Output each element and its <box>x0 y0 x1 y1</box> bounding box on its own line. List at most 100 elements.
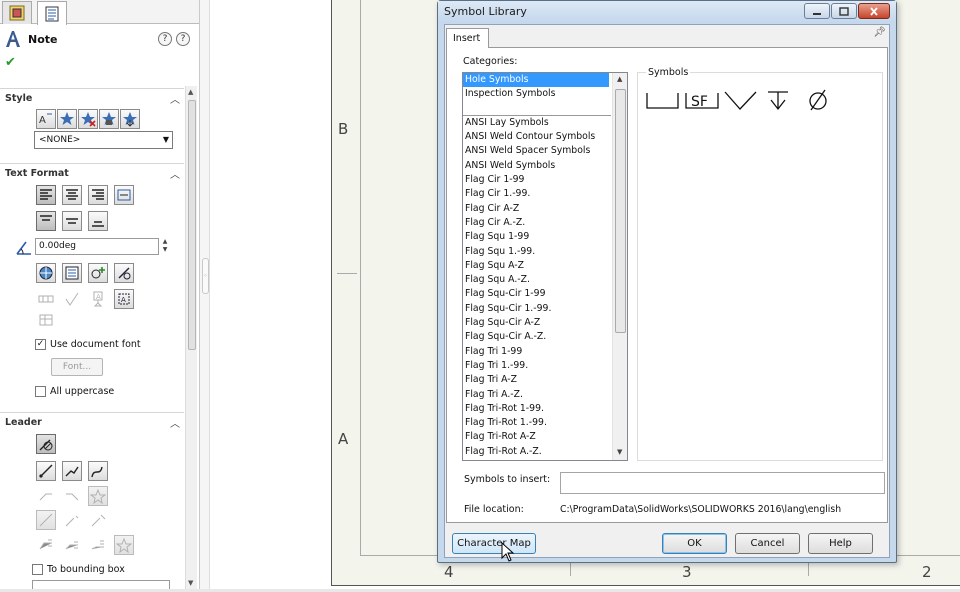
checkbox-box[interactable]: ✓ <box>35 339 46 350</box>
property-manager-tab[interactable] <box>37 1 67 25</box>
style-select[interactable]: <NONE> ▼ <box>34 131 173 149</box>
spotface-symbol-icon[interactable]: SF <box>684 89 720 111</box>
leader-left-button[interactable] <box>36 486 56 506</box>
category-item[interactable]: Hole Symbols <box>463 73 609 88</box>
category-item[interactable]: Flag Tri 1-99 <box>463 345 627 359</box>
category-item[interactable]: Flag Squ-Cir A.-Z. <box>463 330 627 344</box>
leader-underline-center-button[interactable] <box>62 535 82 555</box>
close-button[interactable] <box>858 3 890 19</box>
category-item[interactable]: ANSI Weld Spacer Symbols <box>463 144 627 158</box>
leader-attach-middle-button[interactable] <box>62 510 82 530</box>
leader-auto-button[interactable] <box>114 535 134 555</box>
category-item[interactable]: ANSI Weld Contour Symbols <box>463 130 627 144</box>
ok-button[interactable]: OK <box>662 533 727 554</box>
category-item[interactable]: Flag Squ-Cir 1.-99. <box>463 302 627 316</box>
leader-nearest-button[interactable] <box>88 486 108 506</box>
categories-scrollbar[interactable]: ▲ ▼ <box>612 73 627 460</box>
property-manager-scrollbar[interactable]: ▲ ▼ <box>185 86 197 592</box>
text-format-section-header[interactable]: Text Format ︿ <box>0 163 184 181</box>
category-item[interactable]: Inspection Symbols <box>463 87 627 101</box>
help-icon[interactable]: ? <box>176 32 190 46</box>
category-item[interactable]: Flag Cir A.-Z. <box>463 216 627 230</box>
leader-underline-right-button[interactable] <box>88 535 108 555</box>
collapse-chevron-icon[interactable]: ︿ <box>170 415 180 430</box>
spline-leader-button[interactable] <box>88 461 108 481</box>
align-center-button[interactable] <box>62 185 82 205</box>
insert-hyperlink-button[interactable] <box>36 263 56 283</box>
use-document-font-checkbox[interactable]: ✓ Use document font <box>35 339 141 350</box>
cancel-button[interactable]: Cancel <box>735 533 800 554</box>
category-item[interactable]: Flag Tri-Rot A.-Z. <box>463 445 627 459</box>
stack-note-button[interactable]: A <box>114 289 134 309</box>
valign-top-button[interactable] <box>36 211 56 231</box>
lock-unlock-symbol-button[interactable] <box>114 263 134 283</box>
save-style-button[interactable] <box>99 109 119 129</box>
scrollbar-thumb[interactable] <box>615 89 626 333</box>
tab-insert[interactable]: Insert <box>446 28 489 48</box>
pin-icon[interactable]: 📌︎ <box>873 27 886 38</box>
scroll-down-icon[interactable]: ▼ <box>188 579 193 587</box>
category-item[interactable]: Flag Tri A.-Z. <box>463 388 627 402</box>
add-symbol-button[interactable] <box>88 263 108 283</box>
collapse-chevron-icon[interactable]: ︿ <box>170 166 180 181</box>
splitter-grip-icon[interactable]: ◦ <box>202 258 209 294</box>
category-item[interactable]: Flag Tri A-Z <box>463 373 627 387</box>
scroll-down-icon[interactable]: ▼ <box>617 448 622 456</box>
category-item[interactable]: Flag Squ A-Z <box>463 259 627 273</box>
angle-stepper[interactable]: ▲ ▼ <box>160 238 170 255</box>
panel-splitter[interactable]: ◦ <box>200 0 210 592</box>
no-leader-button[interactable] <box>36 434 56 454</box>
dialog-titlebar[interactable]: Symbol Library <box>438 1 896 23</box>
category-item[interactable]: ANSI Lay Symbols <box>463 116 627 130</box>
leader-attach-bottom-button[interactable] <box>88 510 108 530</box>
category-item[interactable]: ANSI Weld Symbols <box>463 159 627 173</box>
category-item[interactable]: Flag Tri-Rot A-Z <box>463 430 627 444</box>
to-bounding-box-checkbox[interactable]: To bounding box <box>32 564 125 575</box>
style-section-header[interactable]: Style ︿ <box>0 88 184 106</box>
all-uppercase-checkbox[interactable]: All uppercase <box>35 386 114 397</box>
insert-surface-finish-button[interactable] <box>62 289 82 309</box>
leader-right-button[interactable] <box>62 486 82 506</box>
bent-leader-button[interactable] <box>62 461 82 481</box>
minimize-button[interactable] <box>804 3 830 19</box>
categories-list[interactable]: Hole Symbols Inspection Symbols ANSI Lay S… <box>462 72 628 461</box>
insert-geometric-tolerance-button[interactable] <box>36 289 56 309</box>
add-style-button[interactable] <box>57 109 77 129</box>
ok-check-icon[interactable]: ✔ <box>5 55 16 70</box>
whats-wrong-icon[interactable]: ? <box>158 32 172 46</box>
symbols-to-insert-input[interactable] <box>560 472 885 494</box>
align-right-button[interactable] <box>88 185 108 205</box>
collapse-chevron-icon[interactable]: ︿ <box>170 91 180 106</box>
checkbox-box[interactable] <box>35 386 46 397</box>
checkbox-box[interactable] <box>32 564 43 575</box>
leader-underline-left-button[interactable] <box>36 535 56 555</box>
category-item[interactable]: Flag Cir A-Z <box>463 202 627 216</box>
font-button[interactable]: Font... <box>51 358 103 376</box>
valign-middle-button[interactable] <box>62 211 82 231</box>
category-item[interactable]: Flag Tri-Rot 1-99. <box>463 402 627 416</box>
apply-default-style-button[interactable]: A <box>36 109 56 129</box>
category-item[interactable]: Flag Squ A.-Z. <box>463 273 627 287</box>
category-item[interactable]: Flag Cir 1.-99. <box>463 187 627 201</box>
counterbore-symbol-icon[interactable] <box>646 89 680 111</box>
delete-style-button[interactable] <box>78 109 98 129</box>
align-left-button[interactable] <box>36 185 56 205</box>
leader-attach-top-button[interactable] <box>36 510 56 530</box>
link-to-property-button[interactable] <box>62 263 82 283</box>
straight-leader-button[interactable] <box>36 461 56 481</box>
category-item[interactable]: Flag Squ 1.-99. <box>463 245 627 259</box>
insert-datum-feature-button[interactable]: A <box>88 289 108 309</box>
category-item[interactable]: Flag Tri 1.-99. <box>463 359 627 373</box>
category-item[interactable]: Flag Tri-Rot 1.-99. <box>463 416 627 430</box>
insert-table-button[interactable] <box>36 310 56 330</box>
maximize-button[interactable] <box>831 3 857 19</box>
character-map-button[interactable]: Character Map <box>452 533 536 554</box>
category-item[interactable]: Flag Squ-Cir A-Z <box>463 316 627 330</box>
angle-input[interactable]: 0.00deg <box>35 238 159 255</box>
category-item[interactable]: Flag Squ-Cir 1-99 <box>463 287 627 301</box>
feature-manager-tab[interactable] <box>2 1 32 24</box>
scroll-up-icon[interactable]: ▲ <box>617 75 622 83</box>
justify-button[interactable] <box>114 185 134 205</box>
scrollbar-thumb[interactable] <box>188 100 196 350</box>
help-button[interactable]: Help <box>808 533 873 554</box>
